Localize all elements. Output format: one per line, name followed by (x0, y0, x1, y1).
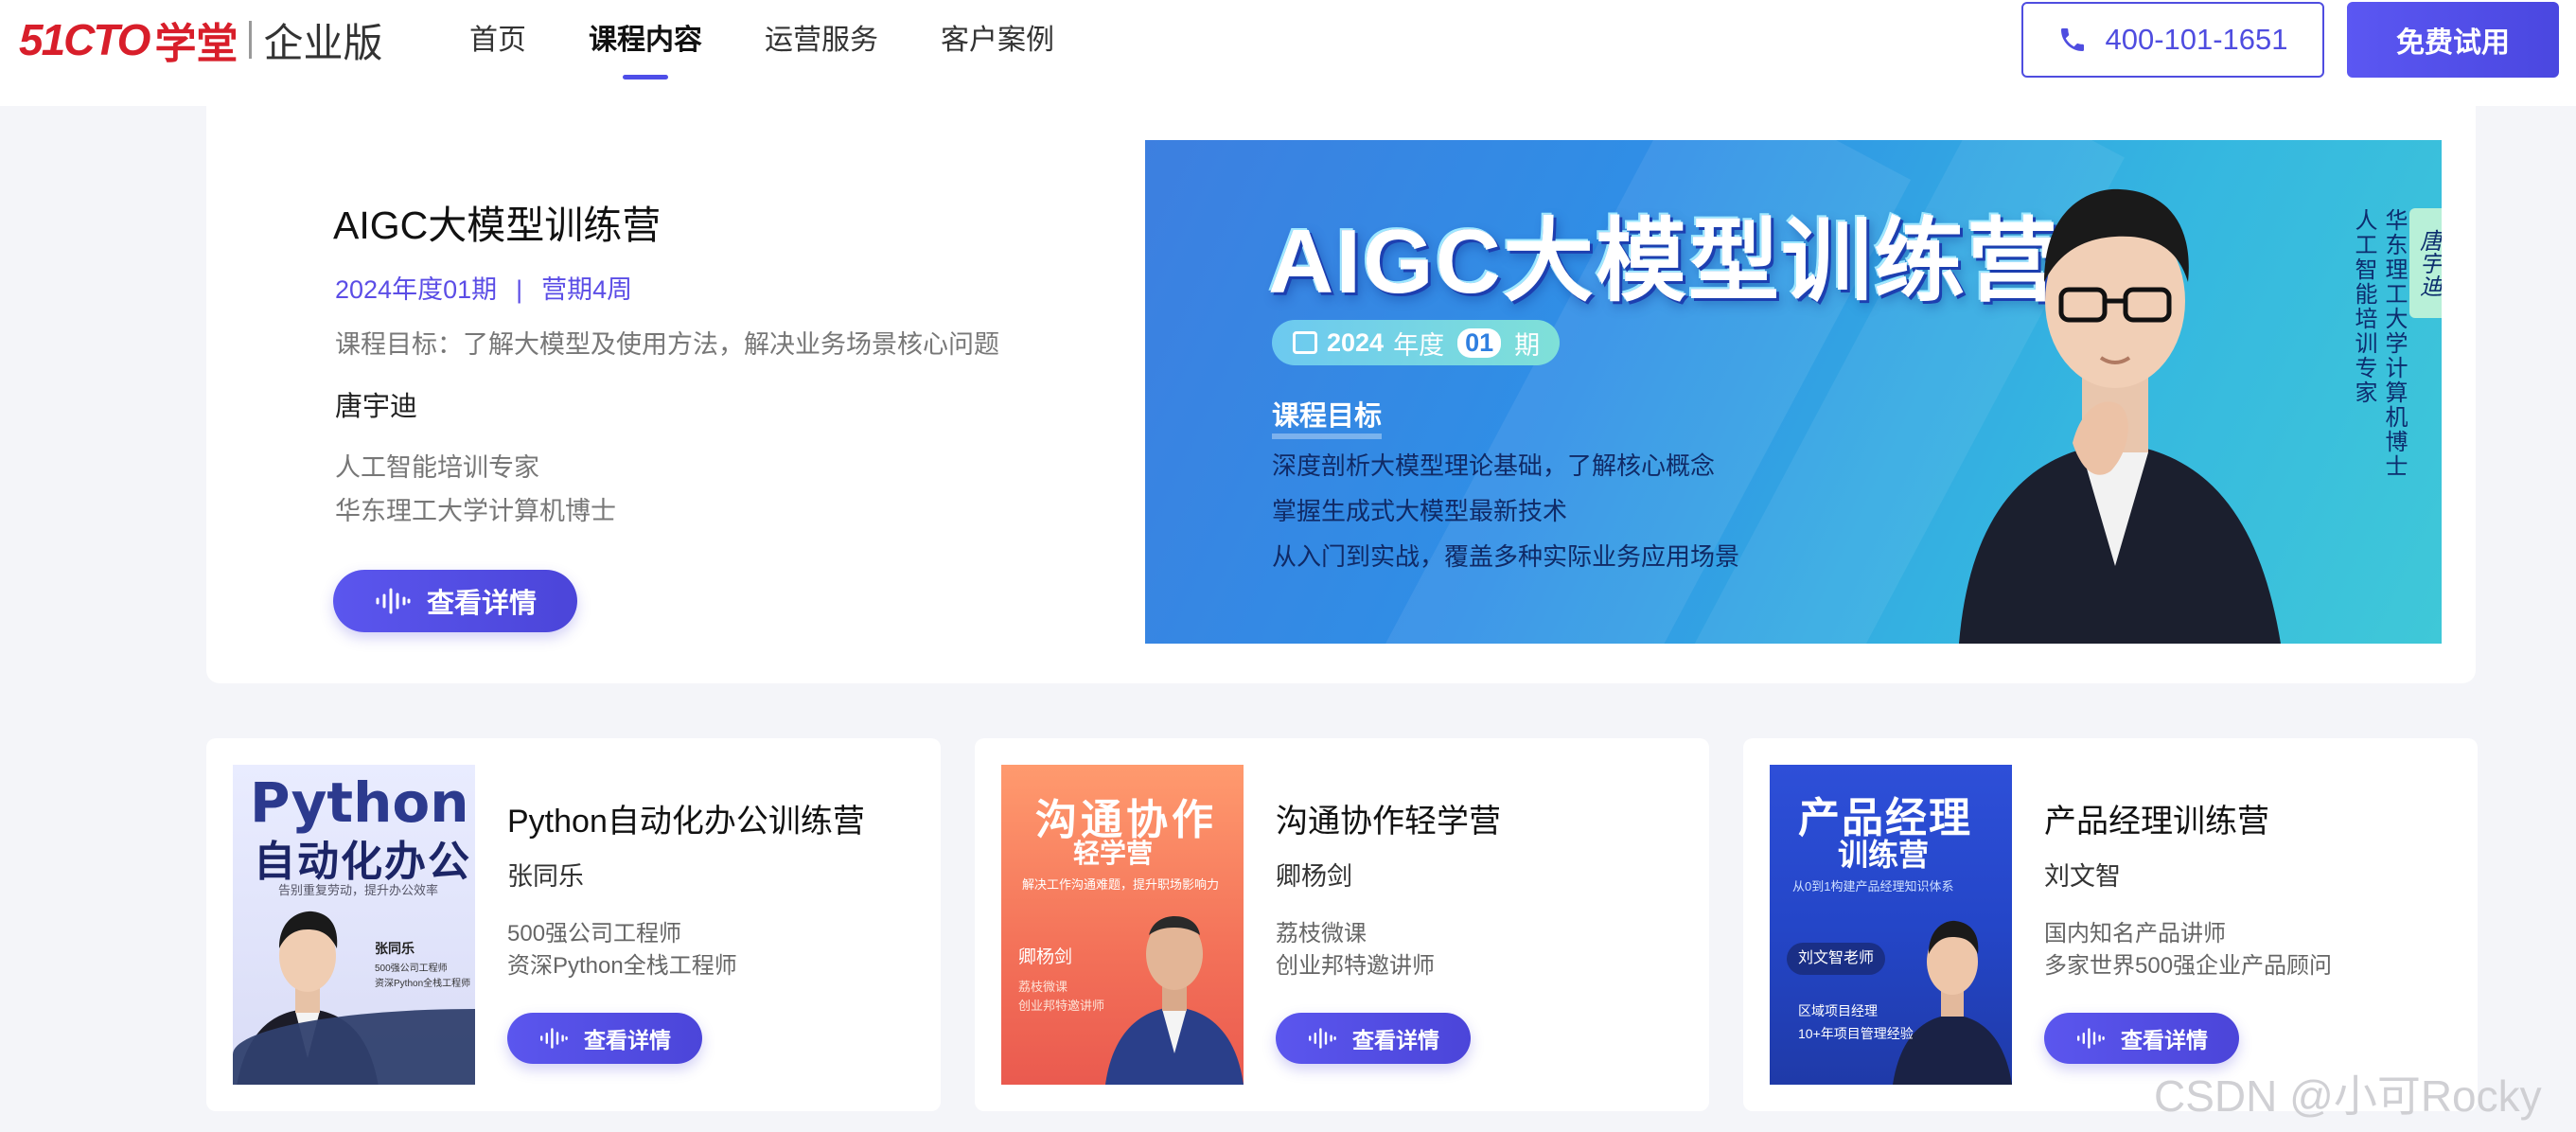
course-teacher-credential: 多家世界500强企业产品顾问 (2044, 953, 2333, 979)
phone-icon (2061, 28, 2085, 51)
nav-home[interactable]: 首页 (469, 0, 526, 81)
cover-tagline: 从0到1构建产品经理知识体系 (1792, 879, 1954, 893)
featured-meta: 2024年度01期 | 营期4周 (335, 269, 632, 306)
calendar-icon (1293, 331, 1317, 354)
banner-goal-line: 深度剖析大模型理论基础，了解核心概念 (1272, 451, 1716, 480)
audio-wave-icon (540, 1028, 568, 1049)
course-teacher-credential: 创业邦特邀讲师 (1276, 953, 1435, 979)
banner-instructor-name: 唐宇迪 (2409, 208, 2442, 318)
main-nav: 首页 课程内容 运营服务 客户案例 (469, 0, 1117, 85)
course-title: 沟通协作轻学营 (1276, 804, 1501, 840)
cover-credential: 资深Python全栈工程师 (375, 979, 471, 989)
audio-wave-icon (2077, 1028, 2105, 1049)
course-card-communication[interactable]: 沟通协作 轻学营 解决工作沟通难题，提升职场影响力 卿杨剑 荔枝微课 创业邦特邀… (975, 738, 1709, 1111)
instructor-photo (1105, 916, 1244, 1085)
course-teacher-credential: 国内知名产品讲师 (2044, 921, 2226, 946)
featured-banner[interactable]: AIGC大模型训练营 2024 年度 01 期 课程目标 深度剖析大模型理论基础… (1145, 140, 2442, 644)
logo-edition: 企业版 (263, 20, 383, 65)
featured-teacher-credential: 人工智能培训专家 (335, 453, 539, 482)
cover-instructor-name: 卿杨剑 (1018, 947, 1073, 967)
cover-instructor-tag: 刘文智老师 (1787, 943, 1886, 975)
phone-number: 400-101-1651 (2105, 23, 2288, 56)
course-detail-button[interactable]: 查看详情 (2044, 1013, 2239, 1064)
detail-button-label: 查看详情 (2121, 1028, 2208, 1052)
course-title: 产品经理训练营 (2044, 804, 2269, 840)
featured-goal: 课程目标：了解大模型及使用方法，解决业务场景核心问题 (335, 330, 999, 359)
nav-customer-cases[interactable]: 客户案例 (941, 0, 1054, 81)
featured-teacher-credential: 华东理工大学计算机博士 (335, 497, 616, 525)
logo[interactable]: 51CTO 学堂 企业版 (19, 13, 383, 67)
course-cover-image[interactable]: 产品经理 训练营 从0到1构建产品经理知识体系 刘文智老师 区域项目经理 10+… (1770, 765, 2012, 1085)
banner-goal-line: 掌握生成式大模型最新技术 (1272, 497, 1568, 525)
nav-course-content[interactable]: 课程内容 (589, 0, 702, 81)
banner-vertical-credential: 华东理工大学计算机博士 (2381, 208, 2407, 479)
banner-issue-number: 01 (1457, 327, 1502, 358)
cover-subtitle: 轻学营 (1073, 839, 1154, 868)
cover-tagline: 解决工作沟通难题，提升职场影响力 (1022, 877, 1220, 892)
course-detail-button[interactable]: 查看详情 (507, 1013, 702, 1064)
banner-year: 2024 (1327, 327, 1385, 357)
cover-title: Python (250, 770, 469, 835)
featured-course-card: AIGC大模型训练营 2024年度01期 | 营期4周 课程目标：了解大模型及使用方… (206, 106, 2476, 683)
course-cover-image[interactable]: Python 自动化办公 告别重复劳动，提升办公效率 张同乐 500强公司工程师… (233, 765, 475, 1085)
course-detail-button[interactable]: 查看详情 (1276, 1013, 1471, 1064)
nav-operation-service[interactable]: 运营服务 (765, 0, 878, 81)
cover-subtitle: 训练营 (1838, 838, 1930, 872)
cover-subtitle: 自动化办公 (254, 839, 471, 885)
logo-divider (249, 21, 253, 59)
course-card-product-manager[interactable]: 产品经理 训练营 从0到1构建产品经理知识体系 刘文智老师 区域项目经理 10+… (1743, 738, 2478, 1111)
course-teacher-credential: 资深Python全栈工程师 (507, 953, 737, 979)
banner-goal-line: 从入门到实战，覆盖多种实际业务应用场景 (1272, 542, 1740, 571)
course-title: Python自动化办公训练营 (507, 804, 865, 840)
banner-year-unit: 年度 (1393, 330, 1445, 360)
cover-instructor-name: 张同乐 (375, 941, 415, 956)
meta-separator: | (516, 275, 523, 304)
cover-credential: 创业邦特邀讲师 (1018, 999, 1105, 1013)
cover-credential: 荔枝微课 (1018, 980, 1068, 994)
cover-tagline: 告别重复劳动，提升办公效率 (278, 883, 439, 897)
course-teacher-credential: 500强公司工程师 (507, 921, 682, 946)
banner-issue-pill: 2024 年度 01 期 (1272, 320, 1560, 365)
banner-goal-heading: 课程目标 (1272, 394, 1383, 439)
cover-credential: 10+年项目管理经验 (1798, 1026, 1914, 1041)
course-teacher: 卿杨剑 (1276, 862, 1352, 891)
instructor-photo (1893, 920, 2012, 1085)
top-header: 51CTO 学堂 企业版 首页 课程内容 运营服务 客户案例 400-101-1… (0, 0, 2576, 106)
banner-vertical-credential: 人工智能培训专家 (2351, 208, 2376, 405)
logo-school: 学堂 (154, 21, 238, 67)
watermark: CSDN @小可Rocky (2154, 1071, 2542, 1121)
audio-wave-icon (1309, 1028, 1336, 1049)
featured-title: AIGC大模型训练营 (333, 203, 662, 247)
banner-issue-unit: 期 (1514, 330, 1541, 360)
course-teacher: 刘文智 (2044, 862, 2121, 891)
featured-period: 2024年度01期 (335, 275, 498, 304)
featured-detail-button[interactable]: 查看详情 (333, 570, 577, 632)
featured-duration: 营期4周 (541, 275, 633, 304)
cover-credential: 500强公司工程师 (375, 964, 448, 974)
instructor-photo (1959, 188, 2281, 644)
course-cover-image[interactable]: 沟通协作 轻学营 解决工作沟通难题，提升职场影响力 卿杨剑 荔枝微课 创业邦特邀… (1001, 765, 1244, 1085)
featured-teacher: 唐宇迪 (335, 392, 418, 422)
free-trial-button[interactable]: 免费试用 (2347, 2, 2559, 78)
course-teacher: 张同乐 (507, 862, 584, 891)
logo-mark: 51CTO (19, 15, 150, 64)
detail-button-label: 查看详情 (1352, 1028, 1439, 1052)
detail-button-label: 查看详情 (426, 589, 537, 619)
course-teacher-credential: 荔枝微课 (1276, 921, 1367, 946)
audio-wave-icon (376, 588, 411, 614)
phone-button[interactable]: 400-101-1651 (2021, 2, 2324, 78)
detail-button-label: 查看详情 (584, 1028, 671, 1052)
cover-credential: 区域项目经理 (1798, 1003, 1878, 1018)
course-card-python[interactable]: Python 自动化办公 告别重复劳动，提升办公效率 张同乐 500强公司工程师… (206, 738, 941, 1111)
